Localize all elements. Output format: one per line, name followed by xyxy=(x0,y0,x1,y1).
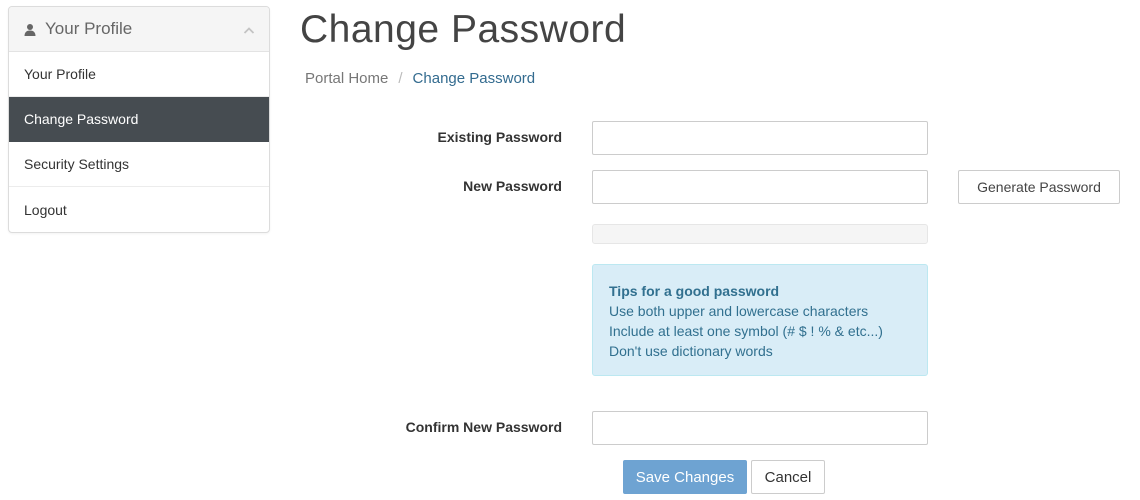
tips-title: Tips for a good password xyxy=(609,283,780,299)
breadcrumb-current: Change Password xyxy=(412,70,536,87)
user-icon xyxy=(23,22,37,36)
new-password-field[interactable] xyxy=(592,170,928,204)
tip-line: Include at least one symbol (# $ ! % & e… xyxy=(609,323,883,339)
sidebar-item-logout[interactable]: Logout xyxy=(9,187,269,232)
sidebar-item-your-profile[interactable]: Your Profile xyxy=(9,52,269,97)
sidebar-item-change-password[interactable]: Change Password xyxy=(9,97,269,142)
existing-password-field[interactable] xyxy=(592,121,928,155)
breadcrumb: Portal Home / Change Password xyxy=(305,70,535,87)
confirm-password-field[interactable] xyxy=(592,411,928,445)
sidebar: Your Profile Your Profile Change Passwor… xyxy=(8,6,270,233)
chevron-up-icon[interactable] xyxy=(243,22,255,34)
sidebar-item-label: Change Password xyxy=(24,111,139,127)
password-strength-bar xyxy=(592,224,928,244)
page-title: Change Password xyxy=(300,8,627,51)
sidebar-item-label: Logout xyxy=(24,201,67,218)
generate-password-button[interactable]: Generate Password xyxy=(958,170,1120,204)
existing-password-label: Existing Password xyxy=(437,129,562,145)
confirm-password-label: Confirm New Password xyxy=(405,419,562,435)
breadcrumb-home-link[interactable]: Portal Home xyxy=(305,70,388,87)
cancel-button[interactable]: Cancel xyxy=(751,460,825,494)
sidebar-header-title: Your Profile xyxy=(45,19,133,38)
sidebar-item-label: Security Settings xyxy=(24,156,130,172)
sidebar-item-security-settings[interactable]: Security Settings xyxy=(9,142,269,187)
save-changes-button[interactable]: Save Changes xyxy=(623,460,747,494)
sidebar-header[interactable]: Your Profile xyxy=(9,7,269,52)
tip-line: Don't use dictionary words xyxy=(609,343,773,359)
password-tips-box: Tips for a good password Use both upper … xyxy=(592,264,928,376)
breadcrumb-separator: / xyxy=(398,70,403,87)
sidebar-item-label: Your Profile xyxy=(24,66,96,82)
new-password-label: New Password xyxy=(463,178,562,194)
tip-line: Use both upper and lowercase characters xyxy=(609,303,869,319)
